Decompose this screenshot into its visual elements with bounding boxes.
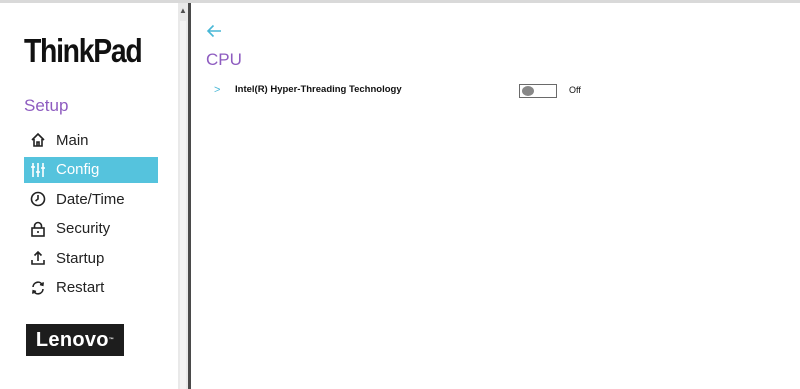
sidebar: ThinkPad Setup Main Config Date/Time Sec… — [0, 3, 178, 389]
pane-divider — [188, 3, 191, 389]
sidebar-item-startup[interactable]: Startup — [24, 245, 158, 271]
sidebar-scrollbar[interactable]: ▲ — [178, 3, 188, 389]
sidebar-item-restart[interactable]: Restart — [24, 275, 158, 301]
sidebar-nav: Main Config Date/Time Security Startup R… — [24, 127, 158, 304]
lenovo-logo: Lenovo™ — [26, 324, 124, 356]
sidebar-item-security[interactable]: Security — [24, 216, 158, 242]
toggle-state-label: Off — [569, 85, 581, 95]
scroll-thumb[interactable] — [180, 21, 186, 389]
hyper-threading-toggle[interactable] — [519, 84, 557, 98]
upload-icon — [30, 250, 46, 266]
sliders-icon — [30, 162, 46, 178]
restart-icon — [30, 280, 46, 296]
thinkpad-logo: ThinkPad — [24, 32, 143, 69]
setting-row: > Intel(R) Hyper-Threading Technology Of… — [210, 82, 610, 100]
sidebar-item-main[interactable]: Main — [24, 127, 158, 153]
home-icon — [30, 132, 46, 148]
setting-label: Intel(R) Hyper-Threading Technology — [235, 84, 402, 95]
page-title: CPU — [206, 50, 242, 69]
sidebar-item-label: Restart — [56, 279, 105, 296]
scroll-up-icon[interactable]: ▲ — [178, 6, 188, 16]
back-button[interactable] — [205, 21, 225, 41]
sidebar-item-label: Startup — [56, 249, 105, 267]
sidebar-item-date-time[interactable]: Date/Time — [24, 186, 158, 212]
arrow-left-icon — [206, 24, 221, 38]
sidebar-item-label: Main — [56, 131, 89, 149]
sidebar-item-label: Security — [56, 220, 111, 237]
sidebar-item-config[interactable]: Config — [24, 156, 158, 183]
lock-icon — [30, 221, 46, 237]
sidebar-item-label: Config — [56, 161, 100, 178]
toggle-knob — [522, 86, 534, 96]
setup-heading: Setup — [24, 96, 69, 115]
clock-icon — [30, 191, 46, 207]
expand-chevron-icon[interactable]: > — [214, 84, 220, 96]
sidebar-item-label: Date/Time — [56, 190, 125, 208]
